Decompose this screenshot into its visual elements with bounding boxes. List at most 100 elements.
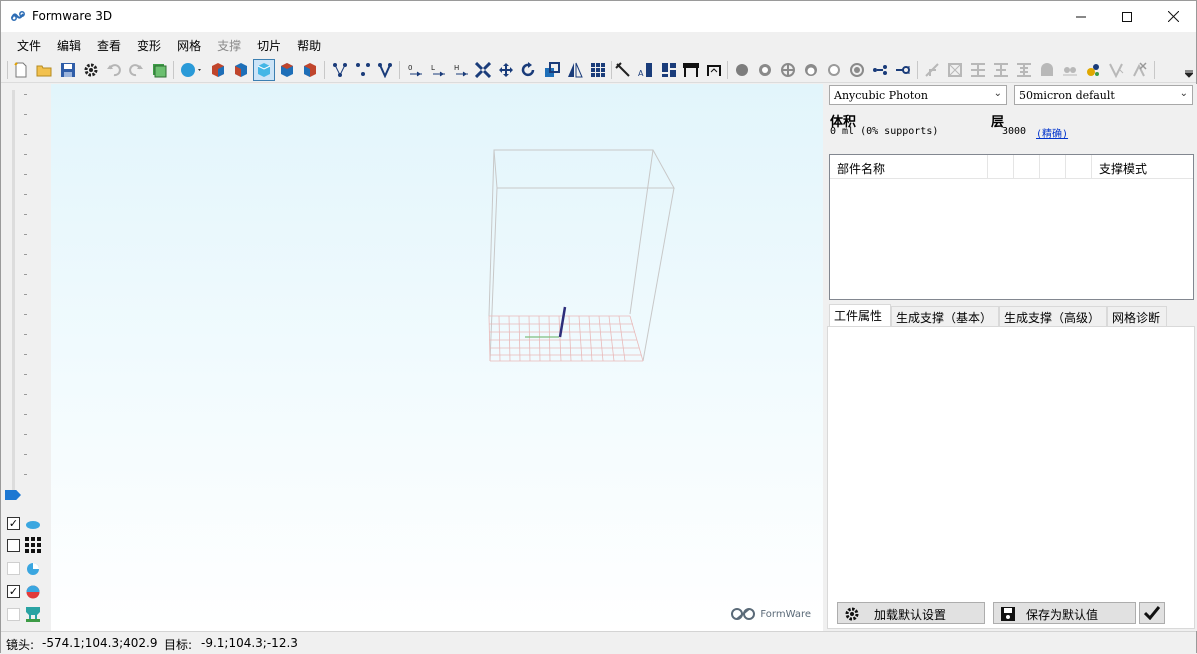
layer-slider-track[interactable] <box>12 90 15 490</box>
save-defaults-button[interactable]: 保存为默认值 <box>993 602 1136 624</box>
parts-table[interactable]: 部件名称 支撑模式 <box>829 154 1194 300</box>
translate-icon[interactable] <box>496 60 516 80</box>
toolbar-overflow-icon[interactable] <box>1183 69 1195 79</box>
layer-slider-handle[interactable] <box>5 490 21 500</box>
support-c-icon[interactable] <box>968 60 988 80</box>
column-2[interactable] <box>988 155 1014 179</box>
support-delete-icon[interactable] <box>1129 60 1149 80</box>
mesh-plus-icon[interactable] <box>778 60 798 80</box>
layers-value: 3000 <box>1002 126 1026 137</box>
maximize-button[interactable] <box>1104 1 1150 32</box>
support-h-icon[interactable] <box>1083 60 1103 80</box>
undo-icon[interactable] <box>104 60 124 80</box>
menu-file[interactable]: 文件 <box>9 32 49 57</box>
minimize-icon <box>1076 12 1086 22</box>
target-value: -9.1;104.3;-12.3 <box>201 636 298 650</box>
tab-part-properties[interactable]: 工件属性 <box>829 304 891 326</box>
column-3[interactable] <box>1014 155 1040 179</box>
tab-support-basic[interactable]: 生成支撑（基本） <box>891 306 999 326</box>
grid-toggle-checkbox[interactable] <box>7 539 20 552</box>
view-iso-icon[interactable] <box>253 59 275 81</box>
minimize-button[interactable] <box>1058 1 1104 32</box>
formware-watermark: FormWare <box>730 607 811 621</box>
column-support-mode[interactable]: 支撑模式 <box>1092 155 1194 179</box>
redo-icon[interactable] <box>126 60 146 80</box>
gear-icon <box>844 606 860 622</box>
support-g-icon[interactable] <box>1060 60 1080 80</box>
printer-select[interactable]: Anycubic Photon ⌄ <box>829 85 1007 105</box>
support-d-icon[interactable] <box>991 60 1011 80</box>
scale-icon[interactable] <box>473 60 493 80</box>
support-b-icon[interactable] <box>945 60 965 80</box>
place-face-icon[interactable] <box>542 60 562 80</box>
chevron-down-icon: ⌄ <box>1180 88 1188 99</box>
menu-transform[interactable]: 变形 <box>129 32 169 57</box>
array-grid-icon[interactable] <box>588 60 608 80</box>
view-right-icon[interactable] <box>300 60 320 80</box>
apply-button[interactable] <box>1139 602 1165 624</box>
move-z-icon[interactable]: L <box>428 60 448 80</box>
support-e-icon[interactable] <box>1014 60 1034 80</box>
support-visibility-checkbox[interactable] <box>7 562 20 575</box>
mesh-ring-alt-icon[interactable] <box>824 60 844 80</box>
new-file-icon[interactable] <box>11 60 31 80</box>
support-points-alt-icon[interactable] <box>353 60 373 80</box>
menu-help[interactable]: 帮助 <box>289 32 329 57</box>
view-front-icon[interactable] <box>208 60 228 80</box>
3d-viewport[interactable]: FormWare <box>51 84 823 631</box>
menu-slice[interactable]: 切片 <box>249 32 289 57</box>
tab-support-advanced[interactable]: 生成支撑（高级） <box>999 306 1107 326</box>
menu-mesh[interactable]: 网格 <box>169 32 209 57</box>
move-icon[interactable]: 0 <box>405 60 425 80</box>
base-plate-checkbox[interactable] <box>7 608 20 621</box>
auto-text-icon[interactable]: A <box>635 60 655 80</box>
formware-logo-icon <box>730 607 756 621</box>
connect-alt-icon[interactable] <box>893 60 913 80</box>
bridge-cut-icon[interactable] <box>704 60 724 80</box>
status-bar: 镜头: -574.1;104.3;402.9 目标: -9.1;104.3;-1… <box>1 631 1196 654</box>
formware-logo-icon <box>10 9 26 23</box>
window-title: Formware 3D <box>32 9 112 23</box>
support-f-icon[interactable] <box>1037 60 1057 80</box>
connect-icon[interactable] <box>870 60 890 80</box>
move-h-icon[interactable]: H <box>451 60 471 80</box>
parts-table-header: 部件名称 支撑模式 <box>830 155 1193 179</box>
bridge-icon[interactable] <box>681 60 701 80</box>
column-5[interactable] <box>1066 155 1092 179</box>
mesh-circle-icon[interactable] <box>801 60 821 80</box>
support-tree-icon[interactable] <box>375 60 395 80</box>
overhang-checkbox[interactable]: ✓ <box>7 585 20 598</box>
measure-icon[interactable] <box>613 60 633 80</box>
support-a-icon[interactable] <box>922 60 942 80</box>
profile-select-value: 50micron default <box>1019 89 1115 102</box>
open-folder-icon[interactable] <box>34 60 54 80</box>
mirror-icon[interactable] <box>565 60 585 80</box>
close-button[interactable] <box>1150 1 1196 32</box>
mesh-ring-icon[interactable] <box>755 60 775 80</box>
menu-view[interactable]: 查看 <box>89 32 129 57</box>
layers-precise-link[interactable]: (精确) <box>1036 125 1068 140</box>
profile-select[interactable]: 50micron default ⌄ <box>1014 85 1193 105</box>
svg-text:H: H <box>454 64 459 72</box>
menu-edit[interactable]: 编辑 <box>49 32 89 57</box>
rotate-icon[interactable] <box>518 60 538 80</box>
column-4[interactable] <box>1040 155 1066 179</box>
right-panel: Anycubic Photon ⌄ 50micron default ⌄ 体积 … <box>823 84 1197 631</box>
view-back-icon[interactable] <box>231 60 251 80</box>
support-points-icon[interactable] <box>330 60 350 80</box>
layer-slider-panel: ✓ ✓ <box>1 84 51 631</box>
load-defaults-button[interactable]: 加载默认设置 <box>837 602 985 624</box>
arrange-icon[interactable] <box>659 60 679 80</box>
support-i-icon[interactable] <box>1106 60 1126 80</box>
mesh-dot-icon[interactable] <box>847 60 867 80</box>
layers-icon[interactable] <box>149 60 169 80</box>
column-part-name[interactable]: 部件名称 <box>830 155 988 179</box>
sphere-icon[interactable] <box>179 60 205 80</box>
menu-support[interactable]: 支撑 <box>209 32 249 57</box>
settings-gear-icon[interactable] <box>81 60 101 80</box>
model-visibility-checkbox[interactable]: ✓ <box>7 517 20 530</box>
view-left-icon[interactable] <box>277 60 297 80</box>
mesh-sphere-icon[interactable] <box>732 60 752 80</box>
tab-mesh-diagnostics[interactable]: 网格诊断 <box>1107 306 1167 326</box>
save-icon[interactable] <box>58 60 78 80</box>
